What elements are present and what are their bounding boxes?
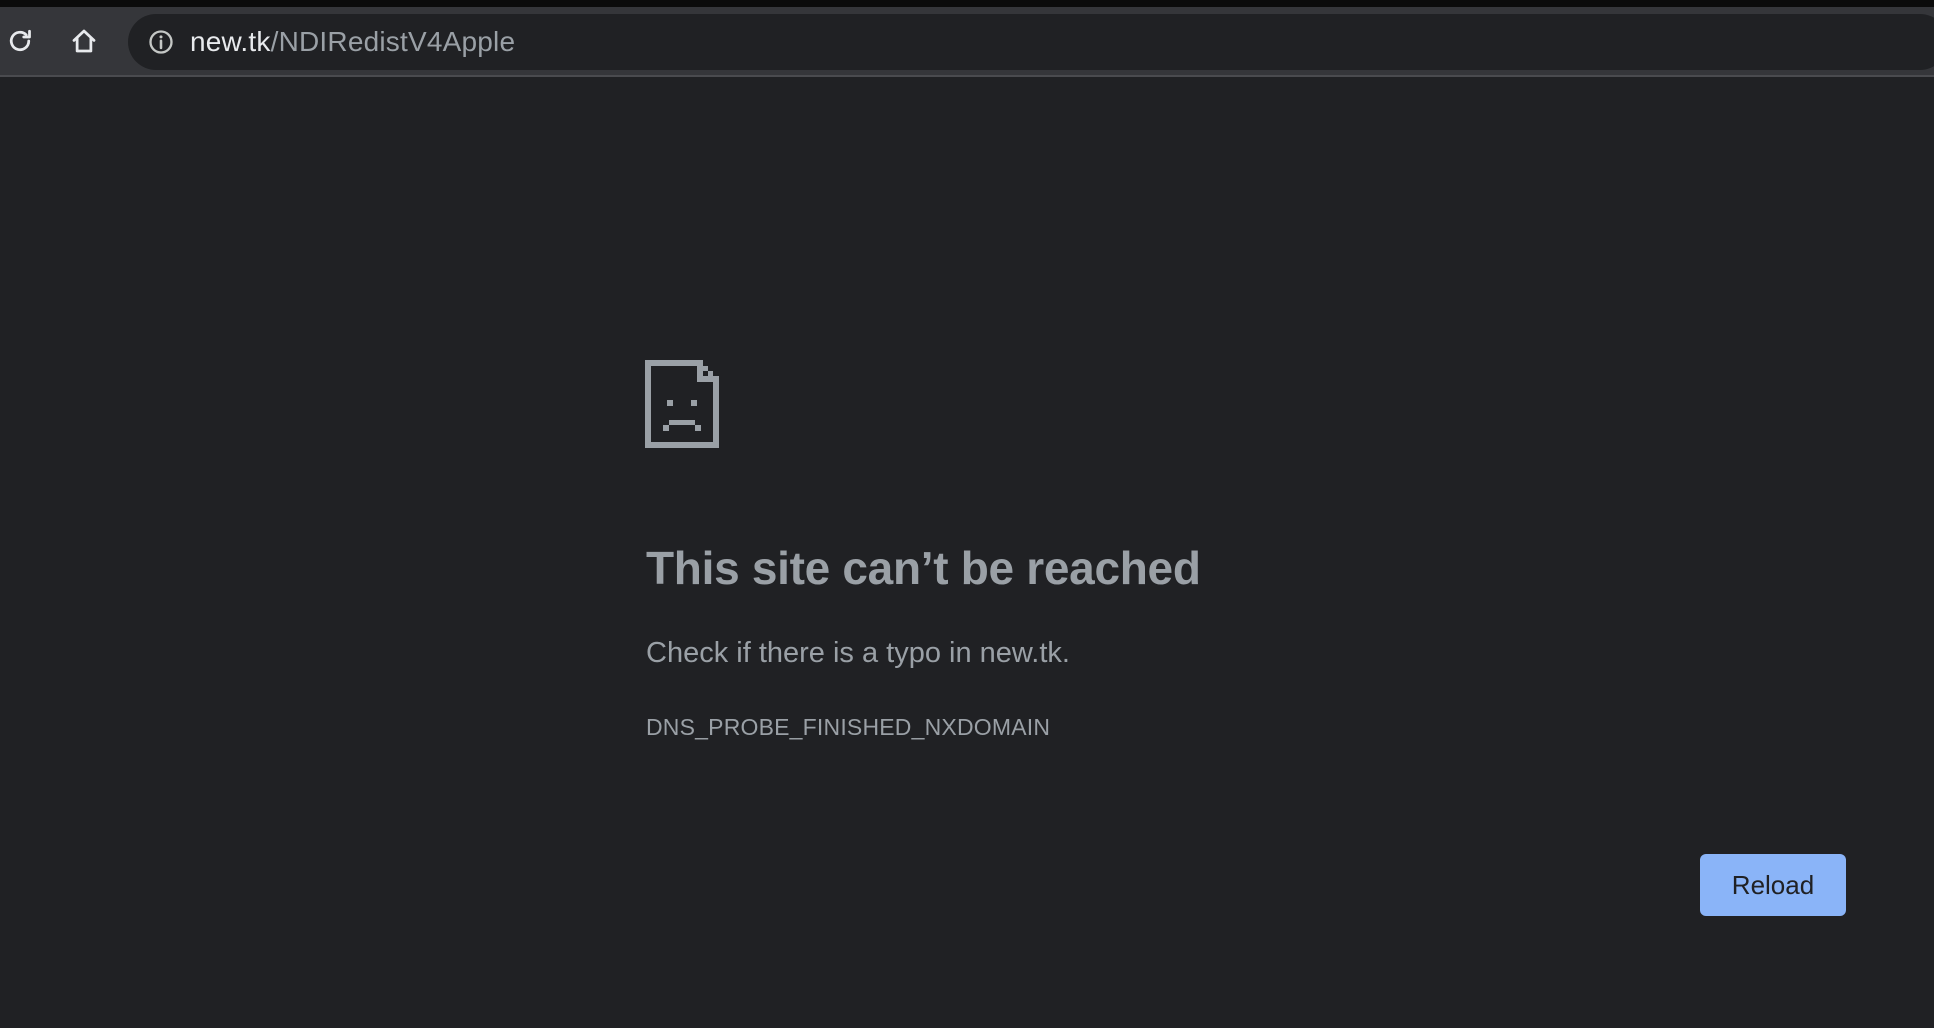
error-suggestion: Check if there is a typo in new.tk. <box>646 637 1070 669</box>
error-headline: This site can’t be reached <box>646 542 1201 594</box>
url-text[interactable]: new.tk/NDIRedistV4Apple <box>190 26 515 58</box>
window-top-strip <box>0 0 1934 7</box>
url-path: /NDIRedistV4Apple <box>270 26 516 57</box>
reload-icon <box>9 29 31 52</box>
url-host: new.tk <box>190 26 271 57</box>
home-button[interactable] <box>64 21 104 61</box>
sad-document-icon <box>645 360 719 448</box>
site-info-button[interactable] <box>144 25 178 59</box>
address-bar[interactable]: new.tk/NDIRedistV4Apple <box>128 14 1934 70</box>
error-page: This site can’t be reached Check if ther… <box>0 79 1934 1028</box>
info-icon <box>149 30 173 54</box>
reload-toolbar-button[interactable] <box>0 21 40 61</box>
reload-button[interactable]: Reload <box>1700 854 1846 916</box>
home-icon <box>72 29 96 53</box>
browser-toolbar: new.tk/NDIRedistV4Apple <box>0 7 1934 77</box>
error-code: DNS_PROBE_FINISHED_NXDOMAIN <box>646 714 1051 740</box>
